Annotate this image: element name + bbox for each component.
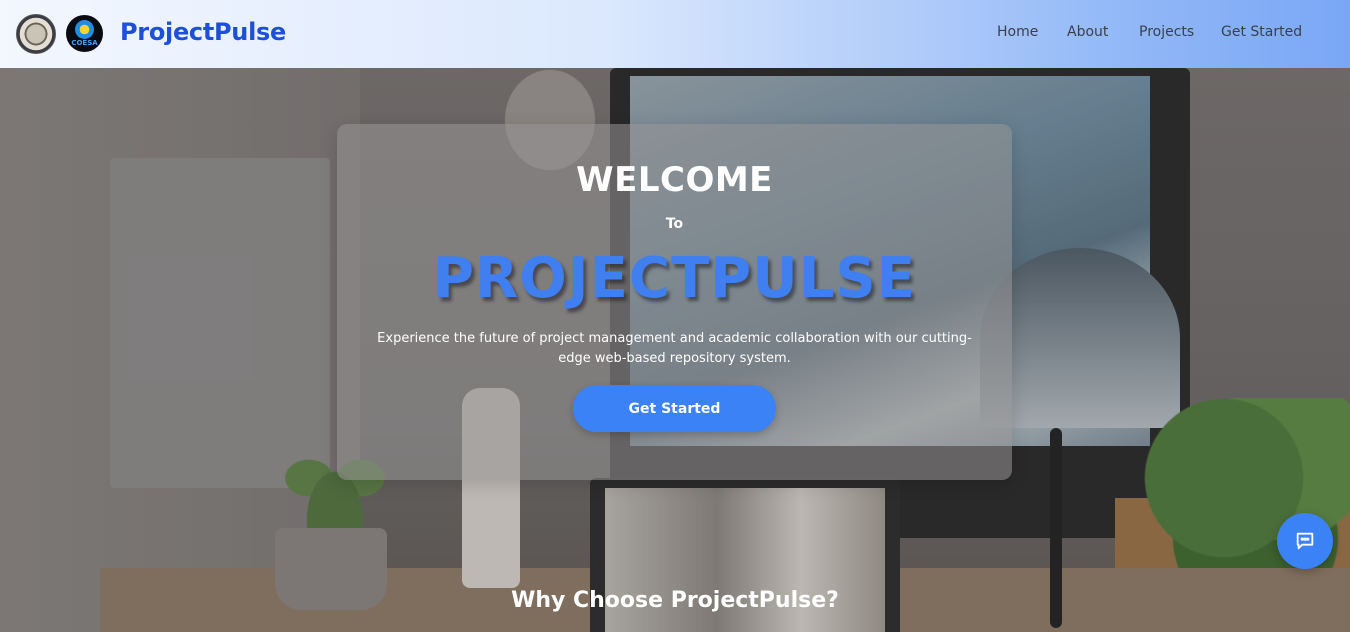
hero-to: To — [665, 216, 684, 232]
nav-links: Home About Projects Get Started — [0, 24, 1350, 44]
features-title: Why Choose ProjectPulse? — [511, 588, 839, 613]
nav-about[interactable]: About — [1067, 24, 1108, 40]
nav-home[interactable]: Home — [997, 24, 1038, 40]
chat-bubble-icon — [1296, 532, 1314, 550]
hero-product-name: PROJECTPULSE — [433, 246, 916, 311]
get-started-button[interactable]: Get Started — [573, 385, 776, 432]
chat-button[interactable] — [1277, 513, 1333, 569]
hero-card: WELCOME To PROJECTPULSE Experience the f… — [337, 124, 1012, 480]
nav-projects[interactable]: Projects — [1139, 24, 1194, 40]
hero-welcome: WELCOME — [576, 160, 773, 200]
navbar: COESA ProjectPulse Home About Projects G… — [0, 0, 1350, 68]
nav-get-started[interactable]: Get Started — [1221, 24, 1302, 40]
hero-tagline: Experience the future of project managem… — [377, 331, 972, 366]
